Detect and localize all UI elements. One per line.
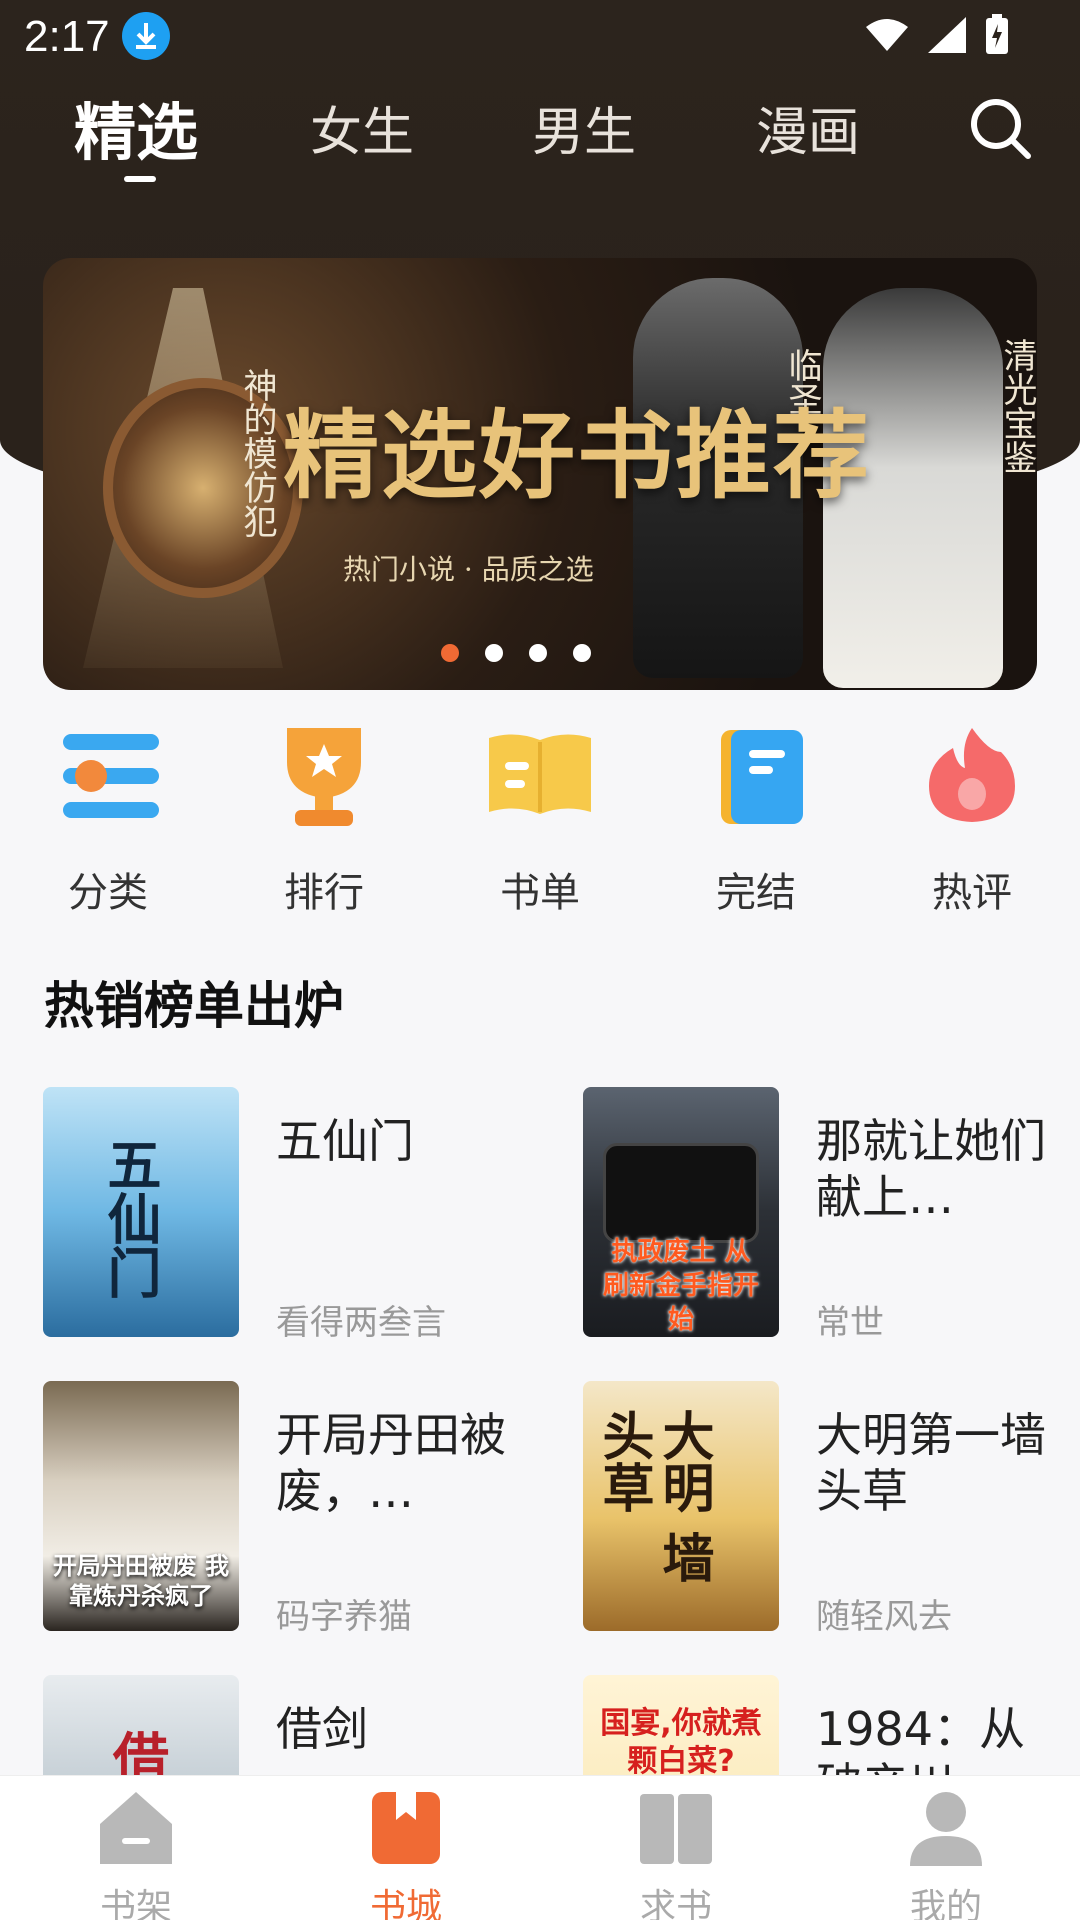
book-title: 借剑 xyxy=(276,1702,368,1756)
quick-entry-ranking[interactable]: 排行 xyxy=(224,722,424,918)
cover-text: 大明 墙头草 xyxy=(593,1409,714,1584)
nav-bookshelf[interactable]: 书架 xyxy=(56,1788,216,1920)
search-button[interactable] xyxy=(966,94,1036,164)
battery-icon xyxy=(986,14,1008,54)
cover-text: 执政废土 从刷新金手指开始 xyxy=(603,1237,760,1335)
quick-entry-label: 书单 xyxy=(500,870,580,916)
pager-dot[interactable] xyxy=(485,644,503,662)
bookstore-icon xyxy=(372,1792,440,1864)
category-icon xyxy=(53,722,163,832)
bookshelf-icon xyxy=(100,1792,172,1864)
finished-icon xyxy=(701,722,811,832)
book-card[interactable]: 执政废土 从刷新金手指开始 那就让她们献上… 常世 xyxy=(583,1087,1080,1343)
active-tab-indicator xyxy=(124,176,156,182)
request-book-icon xyxy=(640,1794,712,1864)
download-icon xyxy=(122,12,170,60)
banner-pager xyxy=(441,644,591,662)
book-cover[interactable]: 执政废土 从刷新金手指开始 xyxy=(583,1087,779,1337)
status-bar: 2:17 xyxy=(0,0,1080,70)
tab-featured[interactable]: 精选 xyxy=(74,82,198,172)
tab-female[interactable]: 女生 xyxy=(310,90,414,165)
book-author: 随轻风去 xyxy=(816,1597,952,1637)
profile-icon xyxy=(910,1792,982,1866)
quick-entry-category[interactable]: 分类 xyxy=(8,722,208,918)
trophy-icon xyxy=(269,722,379,832)
book-card[interactable]: 五仙门 五仙门 看得两叁言 xyxy=(43,1087,543,1343)
book-card[interactable]: 大明 墙头草 大明第一墙头草 随轻风去 xyxy=(583,1381,1080,1637)
quick-entry-finished[interactable]: 完结 xyxy=(656,722,856,918)
status-time: 2:17 xyxy=(24,12,110,61)
book-author: 看得两叁言 xyxy=(276,1303,446,1343)
pager-dot-active[interactable] xyxy=(441,644,459,662)
signal-icon xyxy=(928,17,966,53)
nav-label: 书城 xyxy=(369,1887,442,1920)
book-title: 大明第一墙头草 xyxy=(816,1408,1046,1518)
quick-entry-label: 分类 xyxy=(68,870,148,916)
wifi-icon xyxy=(866,19,908,51)
quick-entry-label: 完结 xyxy=(716,870,796,916)
book-author: 码字养猫 xyxy=(276,1597,412,1637)
nav-label: 书架 xyxy=(99,1887,172,1920)
cover-text: 国宴,你就煮颗白菜? xyxy=(600,1706,762,1779)
book-author: 常世 xyxy=(816,1303,884,1343)
bottom-nav: 书架 书城 求书 我的 xyxy=(0,1775,1080,1920)
banner-book-right: 清光宝鉴 xyxy=(997,338,1037,474)
book-card[interactable]: 开局丹田被废 我靠炼丹杀疯了 开局丹田被废，… 码字养猫 xyxy=(43,1381,543,1637)
cover-text: 开局丹田被废 我靠炼丹杀疯了 xyxy=(52,1552,230,1610)
cover-text: 五仙门 xyxy=(98,1137,162,1299)
book-list-icon xyxy=(485,722,595,832)
book-title: 开局丹田被废，… xyxy=(276,1408,506,1518)
search-icon xyxy=(971,99,1031,159)
quick-entries: 分类 排行 书单 完结 热评 xyxy=(0,722,1080,916)
quick-entry-label: 热评 xyxy=(932,870,1012,916)
nav-request-book[interactable]: 求书 xyxy=(596,1788,756,1920)
nav-bookstore[interactable]: 书城 xyxy=(326,1788,486,1920)
tab-male[interactable]: 男生 xyxy=(532,90,636,165)
book-cover[interactable]: 开局丹田被废 我靠炼丹杀疯了 xyxy=(43,1381,239,1631)
quick-entry-hot-comments[interactable]: 热评 xyxy=(872,722,1072,918)
section-title: 热销榜单出炉 xyxy=(44,977,344,1035)
book-cover[interactable]: 大明 墙头草 xyxy=(583,1381,779,1631)
nav-label: 我的 xyxy=(909,1887,982,1920)
nav-profile[interactable]: 我的 xyxy=(866,1788,1026,1920)
book-title: 五仙门 xyxy=(276,1114,414,1168)
quick-entry-booklist[interactable]: 书单 xyxy=(440,722,640,918)
banner-subtitle: 热门小说 · 品质之选 xyxy=(343,553,594,586)
banner-title: 精选好书推荐 xyxy=(283,399,871,512)
banner-book-left: 神的模仿犯 xyxy=(237,368,277,538)
book-title: 那就让她们献上… xyxy=(816,1114,1046,1224)
pager-dot[interactable] xyxy=(529,644,547,662)
hot-comment-icon xyxy=(917,722,1027,832)
quick-entry-label: 排行 xyxy=(284,870,364,916)
featured-banner[interactable]: 神的模仿犯 临圣 清光宝鉴 精选好书推荐 热门小说 · 品质之选 xyxy=(43,258,1037,690)
top-tabs: 精选 女生 男生 漫画 xyxy=(0,80,1080,182)
status-indicators xyxy=(864,14,1010,56)
book-cover[interactable]: 五仙门 xyxy=(43,1087,239,1337)
pager-dot[interactable] xyxy=(573,644,591,662)
nav-label: 求书 xyxy=(639,1887,712,1920)
tab-comics[interactable]: 漫画 xyxy=(756,90,860,165)
